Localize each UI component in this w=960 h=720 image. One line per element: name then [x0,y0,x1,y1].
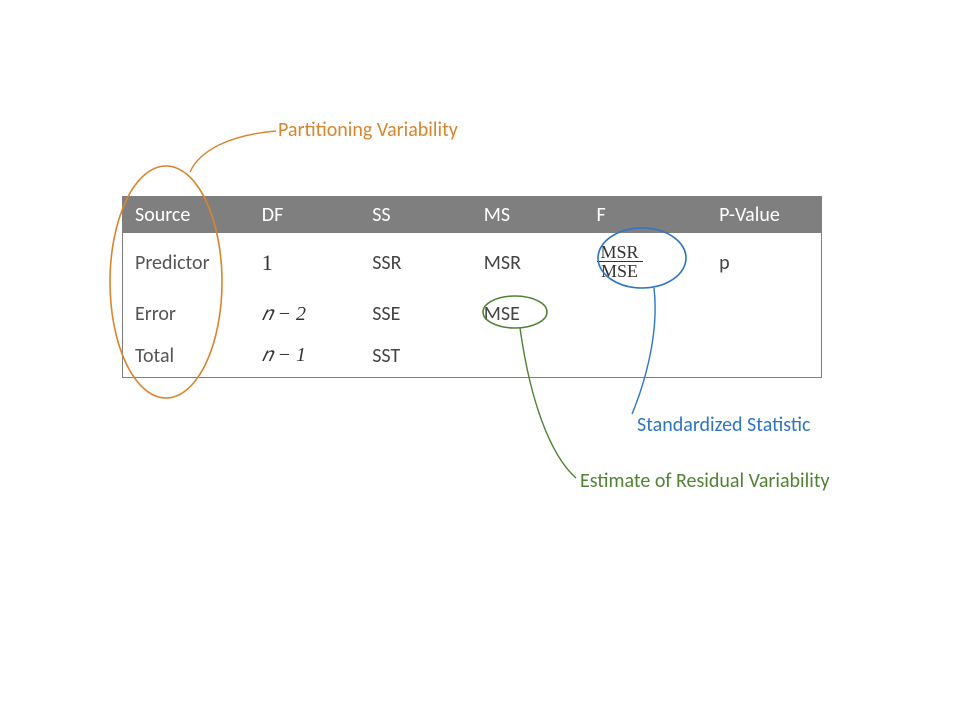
table-row-total: Total 𝑛 − 1 SST [123,335,822,377]
cell-error-df: 𝑛 − 2 [250,293,360,335]
header-f: F [585,197,708,234]
cell-error-ms: MSE [472,293,585,335]
f-ratio-numerator: MSR [597,243,643,263]
header-ss: SS [360,197,472,234]
cell-total-ss: SST [360,335,472,377]
f-ratio-denominator: MSE [597,262,643,281]
f-ratio: MSR MSE [597,243,643,282]
leader-partitioning [190,131,276,172]
cell-total-source: Total [123,335,250,377]
table-row-error: Error 𝑛 − 2 SSE MSE [123,293,822,335]
header-p: P-Value [707,197,821,234]
header-ms: MS [472,197,585,234]
header-df: DF [250,197,360,234]
cell-predictor-source: Predictor [123,233,250,293]
anova-table: Source DF SS MS F P-Value Predictor 1 SS… [122,196,822,378]
cell-total-df: 𝑛 − 1 [250,335,360,377]
annotation-residual: Estimate of Residual Variability [580,469,830,493]
annotation-standardized: Standardized Statistic [637,413,810,437]
cell-error-source: Error [123,293,250,335]
cell-error-ss: SSE [360,293,472,335]
diagram-stage: Partitioning Variability Standardized St… [0,0,960,720]
cell-predictor-df: 1 [262,250,273,275]
cell-predictor-p: p [707,233,821,293]
cell-predictor-ss: SSR [360,233,472,293]
cell-predictor-ms: MSR [472,233,585,293]
annotation-partitioning: Partitioning Variability [278,118,458,142]
cell-predictor-f: MSR MSE [585,233,708,293]
table-row-predictor: Predictor 1 SSR MSR MSR MSE p [123,233,822,293]
table-header-row: Source DF SS MS F P-Value [123,197,822,234]
header-source: Source [123,197,250,234]
